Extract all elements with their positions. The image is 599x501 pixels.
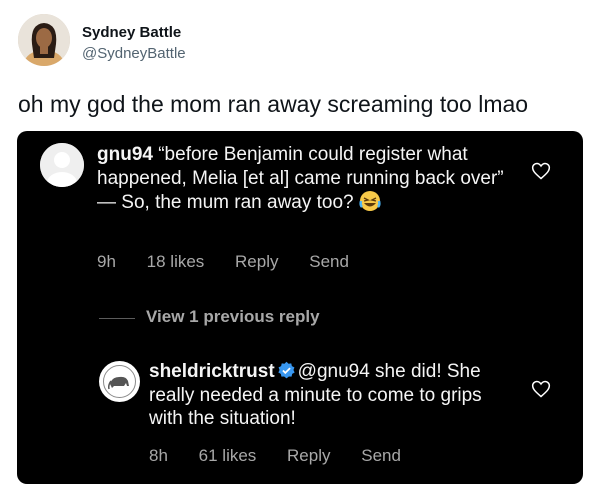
comment-2-meta: 8h 61 likes Reply Send [149,446,427,466]
comment-1-likes[interactable]: 18 likes [147,252,205,271]
author-handle[interactable]: @SydneyBattle [82,45,186,62]
comment-2-reply-button[interactable]: Reply [287,446,330,465]
comment-1-heart-icon[interactable] [531,161,551,181]
tweet-text: oh my god the mom ran away screaming too… [18,91,529,117]
author-avatar[interactable] [18,14,70,66]
comment-2-likes[interactable]: 61 likes [199,446,257,465]
comment-2: sheldricktrust @gnu94 she did! She reall… [149,360,519,431]
view-replies-divider [99,318,135,319]
comment-1-text: “before Benjamin could register what hap… [97,144,504,213]
view-previous-replies-link[interactable]: View 1 previous reply [146,307,320,327]
comment-1-username[interactable]: gnu94 [97,144,153,165]
comment-1-send-button[interactable]: Send [309,252,349,271]
verified-badge-icon [277,361,296,380]
comment-1-reply-button[interactable]: Reply [235,252,278,271]
comment-2-send-button[interactable]: Send [361,446,401,465]
comment-1: gnu94 “before Benjamin could register wh… [97,143,507,215]
comment-1-meta: 9h 18 likes Reply Send [97,252,375,272]
author-name[interactable]: Sydney Battle [82,24,181,41]
sheldricktrust-avatar[interactable] [99,361,140,402]
instagram-comments-screenshot: gnu94 “before Benjamin could register wh… [17,131,583,484]
tweet-author[interactable]: Sydney Battle @SydneyBattle [18,14,418,70]
comment-2-mention[interactable]: @gnu94 [298,361,370,382]
comment-2-username[interactable]: sheldricktrust [149,361,275,382]
commenter-avatar [40,143,84,187]
comment-1-time: 9h [97,252,116,271]
laughing-emoji-icon [359,190,381,212]
comment-2-time: 8h [149,446,168,465]
comment-2-heart-icon[interactable] [531,379,551,399]
